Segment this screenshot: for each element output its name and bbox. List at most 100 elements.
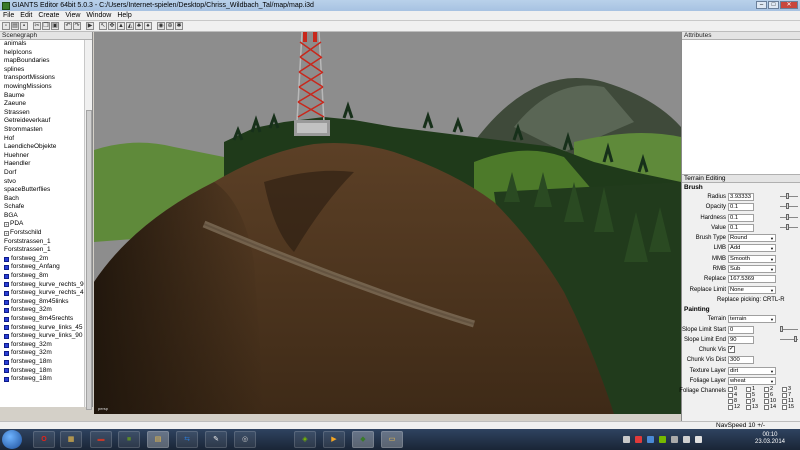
expand-icon[interactable]: + bbox=[4, 222, 9, 228]
tray-usb-icon[interactable] bbox=[671, 436, 678, 443]
scenegraph-item[interactable]: Schafe bbox=[0, 203, 84, 212]
scenegraph-item[interactable]: Baume bbox=[0, 92, 84, 101]
opacity-slider[interactable] bbox=[780, 203, 798, 210]
tray-volume-icon[interactable] bbox=[695, 436, 702, 443]
rmb-select[interactable]: Sub ▼ bbox=[728, 265, 776, 274]
opacity-input[interactable]: 0.1 bbox=[728, 203, 754, 212]
scenegraph-item[interactable]: Haendler bbox=[0, 160, 84, 169]
nvidia-icon[interactable]: ◈ bbox=[294, 431, 316, 448]
scenegraph-item[interactable]: splines bbox=[0, 66, 84, 75]
brush-type-select[interactable]: Round ▼ bbox=[728, 234, 776, 243]
giants-editor-icon[interactable]: ◆ bbox=[352, 431, 374, 448]
terrain-select[interactable]: terrain ▼ bbox=[728, 315, 776, 324]
scenegraph-item[interactable]: Strassen bbox=[0, 109, 84, 118]
foliage-channel-checkbox[interactable]: 14 bbox=[764, 404, 776, 410]
scenegraph-item[interactable]: forstweg_8m45rechts bbox=[0, 315, 84, 324]
opera-icon[interactable]: O bbox=[33, 431, 55, 448]
minimize-button[interactable]: – bbox=[756, 1, 767, 9]
select-icon[interactable]: ↖ bbox=[99, 22, 107, 30]
value-input[interactable]: 0.1 bbox=[728, 223, 754, 232]
scenegraph-item[interactable]: forstweg_kurve_links_45 bbox=[0, 324, 84, 333]
foliage-channel-checkbox[interactable]: 15 bbox=[782, 404, 794, 410]
scenegraph-item[interactable]: Getreideverkauf bbox=[0, 117, 84, 126]
scrollbar-thumb[interactable] bbox=[86, 110, 92, 410]
scenegraph-item[interactable]: animals bbox=[0, 40, 84, 49]
value-slider[interactable] bbox=[780, 223, 798, 230]
foliage-channel-checkbox[interactable]: 12 bbox=[728, 404, 740, 410]
scenegraph-item[interactable]: helpIcons bbox=[0, 49, 84, 58]
scenegraph-item[interactable]: forstweg_32m bbox=[0, 349, 84, 358]
scenegraph-item[interactable]: forstweg_18m bbox=[0, 375, 84, 384]
scenegraph-item[interactable]: + PDA bbox=[0, 220, 84, 229]
scenegraph-item[interactable]: mowingMissions bbox=[0, 83, 84, 92]
scenegraph-item[interactable]: BGA bbox=[0, 212, 84, 221]
redo-icon[interactable]: ↷ bbox=[73, 22, 81, 30]
mmb-select[interactable]: Smooth ▼ bbox=[728, 254, 776, 263]
zoom-icon[interactable]: ⊕ bbox=[166, 22, 174, 30]
cut-icon[interactable]: ✂ bbox=[33, 22, 41, 30]
chunk-vis-checkbox[interactable]: ✓ bbox=[728, 346, 735, 354]
scenegraph-scrollbar[interactable] bbox=[84, 40, 92, 410]
scenegraph-item[interactable]: forstweg_32m bbox=[0, 341, 84, 350]
tray-network-icon[interactable] bbox=[683, 436, 690, 443]
slope-end-input[interactable]: 90 bbox=[728, 335, 754, 344]
slope-start-slider[interactable] bbox=[780, 325, 798, 332]
menu-edit[interactable]: Edit bbox=[17, 12, 35, 19]
scenegraph-item[interactable]: forstweg_kurve_rechts_90 bbox=[0, 281, 84, 290]
radius-slider[interactable] bbox=[780, 193, 798, 199]
maximize-button[interactable]: □ bbox=[768, 1, 779, 9]
hardness-input[interactable]: 0.1 bbox=[728, 213, 754, 222]
render-icon[interactable]: ✱ bbox=[175, 22, 183, 30]
grass-icon[interactable]: ♠ bbox=[144, 22, 152, 30]
scenegraph-item[interactable]: Zaeune bbox=[0, 100, 84, 109]
scenegraph-item[interactable]: Bach bbox=[0, 195, 84, 204]
close-button[interactable]: ✕ bbox=[780, 1, 798, 9]
scenegraph-item[interactable]: Huehner bbox=[0, 152, 84, 161]
scenegraph-item[interactable]: stvo bbox=[0, 178, 84, 187]
camera-icon[interactable]: ◉ bbox=[157, 22, 165, 30]
scenegraph-item[interactable]: Forststrassen_1 bbox=[0, 246, 84, 255]
paste-icon[interactable]: ▣ bbox=[51, 22, 59, 30]
menu-create[interactable]: Create bbox=[35, 12, 62, 19]
3d-viewport[interactable]: persp bbox=[94, 32, 681, 414]
play-icon[interactable]: ▶ bbox=[86, 22, 94, 30]
foliage-icon[interactable]: ♣ bbox=[135, 22, 143, 30]
replace-limit-select[interactable]: None ▼ bbox=[728, 285, 776, 294]
scenegraph-item[interactable]: spaceButterflies bbox=[0, 186, 84, 195]
steam-icon[interactable]: ◎ bbox=[234, 431, 256, 448]
scenegraph-item[interactable]: forstweg_Anfang bbox=[0, 263, 84, 272]
slope-end-slider[interactable] bbox=[780, 335, 798, 342]
foliage-channel-checkbox[interactable]: 13 bbox=[746, 404, 758, 410]
tray-antivirus-icon[interactable] bbox=[635, 436, 642, 443]
expand-icon[interactable]: + bbox=[4, 230, 9, 236]
hardness-slider[interactable] bbox=[780, 213, 798, 220]
folder-icon[interactable]: ▭ bbox=[381, 431, 403, 448]
media-player-icon[interactable]: ▶ bbox=[323, 431, 345, 448]
tray-update-icon[interactable] bbox=[647, 436, 654, 443]
menu-window[interactable]: Window bbox=[83, 12, 114, 19]
terrain-icon[interactable]: ▲ bbox=[117, 22, 125, 30]
archive-icon[interactable]: ▦ bbox=[60, 431, 82, 448]
scenegraph-item[interactable]: Strommasten bbox=[0, 126, 84, 135]
menu-file[interactable]: File bbox=[0, 12, 17, 19]
start-orb[interactable] bbox=[2, 430, 22, 449]
slope-start-input[interactable]: 0 bbox=[728, 325, 754, 334]
menu-help[interactable]: Help bbox=[114, 12, 134, 19]
taskbar-clock[interactable]: 00:10 23.03.2014 bbox=[750, 432, 790, 446]
save-icon[interactable]: ▪ bbox=[20, 22, 28, 30]
foliage-layer-select[interactable]: wheat ▼ bbox=[728, 377, 776, 386]
move-icon[interactable]: ✥ bbox=[108, 22, 116, 30]
scenegraph-item[interactable]: forstweg_2m bbox=[0, 255, 84, 264]
tray-action-center-icon[interactable] bbox=[623, 436, 630, 443]
scenegraph-item[interactable]: forstweg_kurve_rechts_45 bbox=[0, 289, 84, 298]
scenegraph-item[interactable]: transportMissions bbox=[0, 74, 84, 83]
teamviewer-icon[interactable]: ⇆ bbox=[176, 431, 198, 448]
scenegraph-item[interactable]: Dorf bbox=[0, 169, 84, 178]
scenegraph-item[interactable]: forstweg_8m bbox=[0, 272, 84, 281]
scenegraph-item[interactable]: forstweg_8m45links bbox=[0, 298, 84, 307]
scenegraph-item[interactable]: forstweg_32m bbox=[0, 306, 84, 315]
scenegraph-item[interactable]: forstweg_kurve_links_90 bbox=[0, 332, 84, 341]
scenegraph-item[interactable]: LaendicheObjekte bbox=[0, 143, 84, 152]
tray-nvidia-icon[interactable] bbox=[659, 436, 666, 443]
texture-layer-select[interactable]: dirt ▼ bbox=[728, 366, 776, 375]
